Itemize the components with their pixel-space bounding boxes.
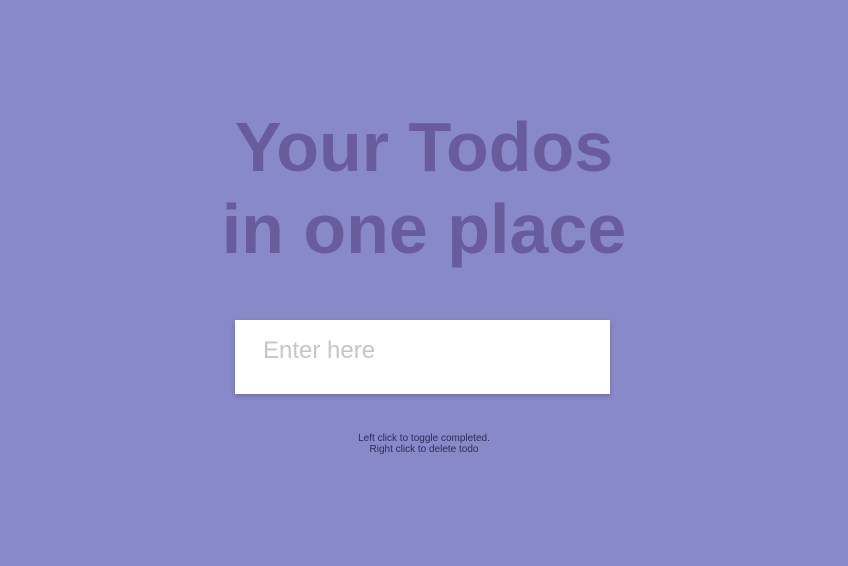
usage-hint-delete: Right click to delete todo [369,444,479,455]
usage-hint-toggle: Left click to toggle completed. [358,433,490,444]
page-title-line-1: Your Todos [234,108,614,186]
page-title-line-2: in one place [221,190,627,268]
todo-input-container [235,320,610,394]
todo-input[interactable] [235,320,610,394]
todo-app: Your Todos in one place Left click to to… [0,0,848,566]
usage-hint: Left click to toggle completed. Right cl… [0,433,848,455]
page-title: Your Todos in one place [0,106,848,270]
